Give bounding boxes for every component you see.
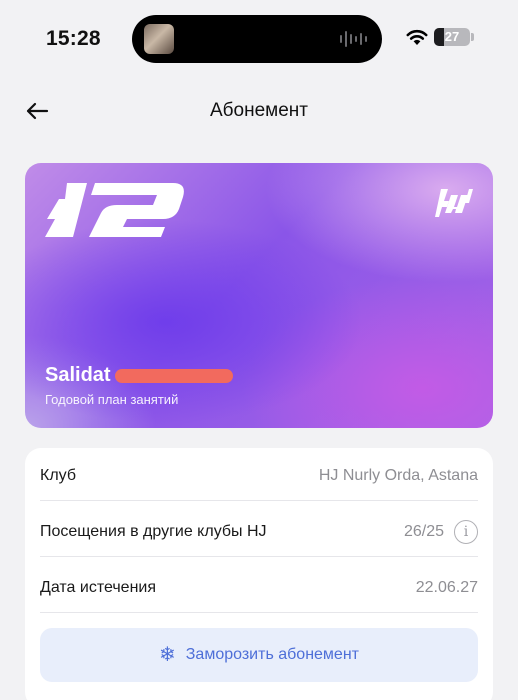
detail-row-visits: Посещения в другие клубы HJ 26/25 i xyxy=(40,504,478,560)
status-time: 15:28 xyxy=(46,27,101,50)
membership-card[interactable]: Salidat Годовой план занятий xyxy=(25,163,493,428)
audio-wave-icon xyxy=(340,31,367,47)
divider xyxy=(40,556,478,557)
visits-value-group: 26/25 i xyxy=(404,520,478,544)
dynamic-island[interactable] xyxy=(132,15,382,63)
membership-screen: 15:28 27 Абонемент Salidat Годовой план … xyxy=(0,0,518,700)
battery-level: 27 xyxy=(444,29,460,44)
info-icon[interactable]: i xyxy=(454,520,478,544)
wifi-icon xyxy=(406,29,428,45)
battery-tip xyxy=(471,33,474,41)
visits-value: 26/25 xyxy=(403,523,444,540)
page-title: Абонемент xyxy=(209,100,308,121)
detail-row-expiry: Дата истечения 22.06.27 xyxy=(40,560,478,616)
status-bar: 15:28 27 xyxy=(0,0,518,78)
divider xyxy=(40,500,478,501)
card-plan: Годовой план занятий xyxy=(45,392,179,407)
12-logo-icon xyxy=(45,183,184,237)
battery-indicator: 27 xyxy=(434,28,470,46)
expiry-value: 22.06.27 xyxy=(415,579,478,596)
detail-row-club: Клуб HJ Nurly Orda, Astana xyxy=(40,448,478,504)
name-redaction-mark xyxy=(115,369,233,383)
membership-details: Клуб HJ Nurly Orda, Astana Посещения в д… xyxy=(25,448,493,700)
card-holder-name: Salidat xyxy=(45,364,111,386)
hj-brand-icon xyxy=(435,189,473,217)
divider xyxy=(40,612,478,613)
snowflake-icon: ❄ xyxy=(159,644,176,666)
club-value: HJ Nurly Orda, Astana xyxy=(318,467,478,484)
expiry-label: Дата истечения xyxy=(40,579,156,596)
now-playing-thumbnail xyxy=(144,24,174,54)
club-label: Клуб xyxy=(40,467,76,484)
freeze-membership-button[interactable]: ❄ Заморозить абонемент xyxy=(40,628,478,682)
freeze-button-label: Заморозить абонемент xyxy=(185,646,359,663)
visits-label: Посещения в другие клубы HJ xyxy=(40,523,267,540)
